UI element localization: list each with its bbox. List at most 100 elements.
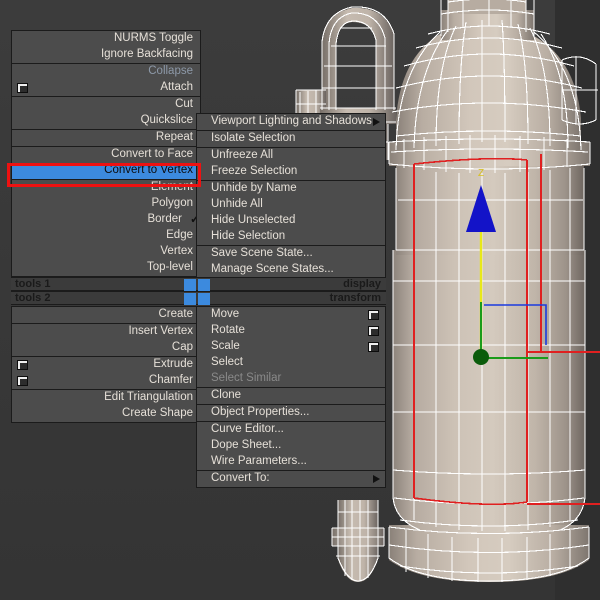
menu-group: Create (12, 307, 200, 324)
menu-item-edge[interactable]: Edge (12, 228, 200, 244)
quad-menu-titlebar-2[interactable]: tools 2 transform (11, 291, 386, 305)
menu-item-label: Scale (211, 340, 240, 353)
menu-item-label: Quickslice (140, 114, 193, 127)
menu-item-label: Collapse (148, 65, 193, 78)
titlebar-2-left-label: tools 2 (15, 292, 51, 304)
titlebar-1-left-label: tools 1 (15, 278, 51, 290)
menu-group: Insert Vertex Cap (12, 324, 200, 357)
menu-item-element[interactable]: Element (12, 180, 200, 196)
submenu-chevron-right-icon (373, 118, 380, 126)
menu-item-convert-to-face[interactable]: Convert to Face (12, 147, 200, 163)
menu-item-label: Cut (175, 98, 193, 111)
titlebar-1-swatch-a[interactable] (184, 279, 196, 291)
menu-item-label: Cap (171, 341, 193, 354)
dialog-settings-icon[interactable] (17, 83, 28, 93)
dialog-settings-icon[interactable] (368, 326, 379, 336)
menu-item-clone[interactable]: Clone (197, 388, 385, 404)
titlebar-2-swatch-a[interactable] (184, 293, 196, 305)
gizmo-origin (473, 349, 489, 365)
menu-item-rotate[interactable]: Rotate (197, 323, 385, 339)
menu-item-label: Convert to Face (111, 148, 193, 161)
menu-item-create[interactable]: Create (12, 307, 200, 323)
menu-item-move[interactable]: Move (197, 307, 385, 323)
menu-item-dope-sheet[interactable]: Dope Sheet... (197, 438, 385, 454)
menu-group: Move Rotate Scale Select Select Similar (197, 307, 385, 388)
menu-item-label: Polygon (151, 197, 193, 210)
menu-item-isolate-selection[interactable]: Isolate Selection (197, 131, 385, 147)
menu-group: Extrude Chamfer (12, 357, 200, 390)
dialog-settings-icon[interactable] (17, 360, 28, 370)
menu-group: Save Scene State... Manage Scene States..… (197, 246, 385, 278)
menu-item-select-similar: Select Similar (197, 371, 385, 387)
menu-item-label: Freeze Selection (211, 165, 298, 178)
menu-item-viewport-lighting-and-shadows[interactable]: Viewport Lighting and Shadows (197, 114, 385, 130)
menu-group: Convert to Face Convert to Vertex (12, 147, 200, 180)
titlebar-2-swatch-b[interactable] (198, 293, 210, 305)
extinguisher-body (389, 0, 590, 582)
menu-item-freeze-selection[interactable]: Freeze Selection (197, 164, 385, 180)
titlebar-1-swatch-b[interactable] (198, 279, 210, 291)
menu-group: Cut Quickslice (12, 97, 200, 130)
dialog-settings-icon[interactable] (368, 342, 379, 352)
menu-item-label: Object Properties... (211, 406, 310, 419)
menu-item-save-scene-state[interactable]: Save Scene State... (197, 246, 385, 262)
menu-item-wire-parameters[interactable]: Wire Parameters... (197, 454, 385, 470)
menu-item-quickslice[interactable]: Quickslice (12, 113, 200, 129)
menu-item-select[interactable]: Select (197, 355, 385, 371)
menu-group: Edit Triangulation Create Shape (12, 390, 200, 422)
menu-item-unhide-all[interactable]: Unhide All (197, 197, 385, 213)
menu-item-label: Wire Parameters... (211, 455, 307, 468)
quad-menu-titlebar-1[interactable]: tools 1 display (11, 277, 386, 291)
menu-item-cut[interactable]: Cut (12, 97, 200, 113)
quad-menu-transform[interactable]: Move Rotate Scale Select Select Similar Clone… (196, 306, 386, 488)
dialog-settings-icon[interactable] (368, 310, 379, 320)
menu-item-label: Convert to Vertex (104, 164, 193, 177)
menu-item-cap[interactable]: Cap (12, 340, 200, 356)
menu-item-manage-scene-states[interactable]: Manage Scene States... (197, 262, 385, 278)
menu-item-label: Rotate (211, 324, 245, 337)
menu-item-unfreeze-all[interactable]: Unfreeze All (197, 148, 385, 164)
menu-item-label: Select (211, 356, 243, 369)
menu-item-scale[interactable]: Scale (197, 339, 385, 355)
menu-item-polygon[interactable]: Polygon (12, 196, 200, 212)
menu-item-top-level[interactable]: Top-level (12, 260, 200, 276)
quad-menu-tools1[interactable]: NURMS Toggle Ignore Backfacing Collapse Att… (11, 30, 201, 277)
menu-item-edit-triangulation[interactable]: Edit Triangulation (12, 390, 200, 406)
menu-item-ignore-backfacing[interactable]: Ignore Backfacing (12, 47, 200, 63)
menu-item-collapse: Collapse (12, 64, 200, 80)
menu-item-label: Element (150, 181, 193, 194)
menu-item-label: Move (211, 308, 240, 321)
quad-menu-tools2[interactable]: Create Insert Vertex Cap Extrude Chamfer Edit… (11, 306, 201, 423)
app-root: Z NURMS Toggle Ignore Backfacing Collapse A… (0, 0, 600, 600)
menu-item-label: Edit Triangulation (104, 391, 193, 404)
menu-item-label: Dope Sheet... (211, 439, 282, 452)
menu-group: Clone (197, 388, 385, 405)
menu-item-repeat[interactable]: Repeat (12, 130, 200, 146)
menu-item-label: Border (147, 213, 182, 226)
menu-item-chamfer[interactable]: Chamfer (12, 373, 200, 389)
menu-item-label: Chamfer (148, 374, 193, 387)
menu-item-insert-vertex[interactable]: Insert Vertex (12, 324, 200, 340)
menu-item-convert-to[interactable]: Convert To: (197, 471, 385, 487)
menu-group: Isolate Selection (197, 131, 385, 148)
menu-item-attach[interactable]: Attach (12, 80, 200, 96)
menu-group: Unfreeze All Freeze Selection (197, 148, 385, 181)
menu-item-label: Edge (166, 229, 193, 242)
menu-item-convert-to-vertex[interactable]: Convert to Vertex (12, 163, 200, 179)
dialog-settings-icon[interactable] (17, 376, 28, 386)
menu-item-label: Viewport Lighting and Shadows (211, 115, 372, 128)
menu-item-border[interactable]: Border ✓ (12, 212, 200, 228)
menu-item-hide-unselected[interactable]: Hide Unselected (197, 213, 385, 229)
quad-menu-display[interactable]: Viewport Lighting and Shadows Isolate Sel… (196, 113, 386, 279)
menu-item-hide-selection[interactable]: Hide Selection (197, 229, 385, 245)
menu-item-curve-editor[interactable]: Curve Editor... (197, 422, 385, 438)
menu-item-create-shape[interactable]: Create Shape (12, 406, 200, 422)
menu-item-extrude[interactable]: Extrude (12, 357, 200, 373)
menu-item-label: Ignore Backfacing (100, 48, 193, 61)
menu-item-object-properties[interactable]: Object Properties... (197, 405, 385, 421)
menu-item-nurms-toggle[interactable]: NURMS Toggle (12, 31, 200, 47)
menu-group: Curve Editor... Dope Sheet... Wire Paramet… (197, 422, 385, 471)
menu-item-unhide-by-name[interactable]: Unhide by Name (197, 181, 385, 197)
menu-item-vertex[interactable]: Vertex (12, 244, 200, 260)
menu-item-label: Create Shape (122, 407, 193, 420)
